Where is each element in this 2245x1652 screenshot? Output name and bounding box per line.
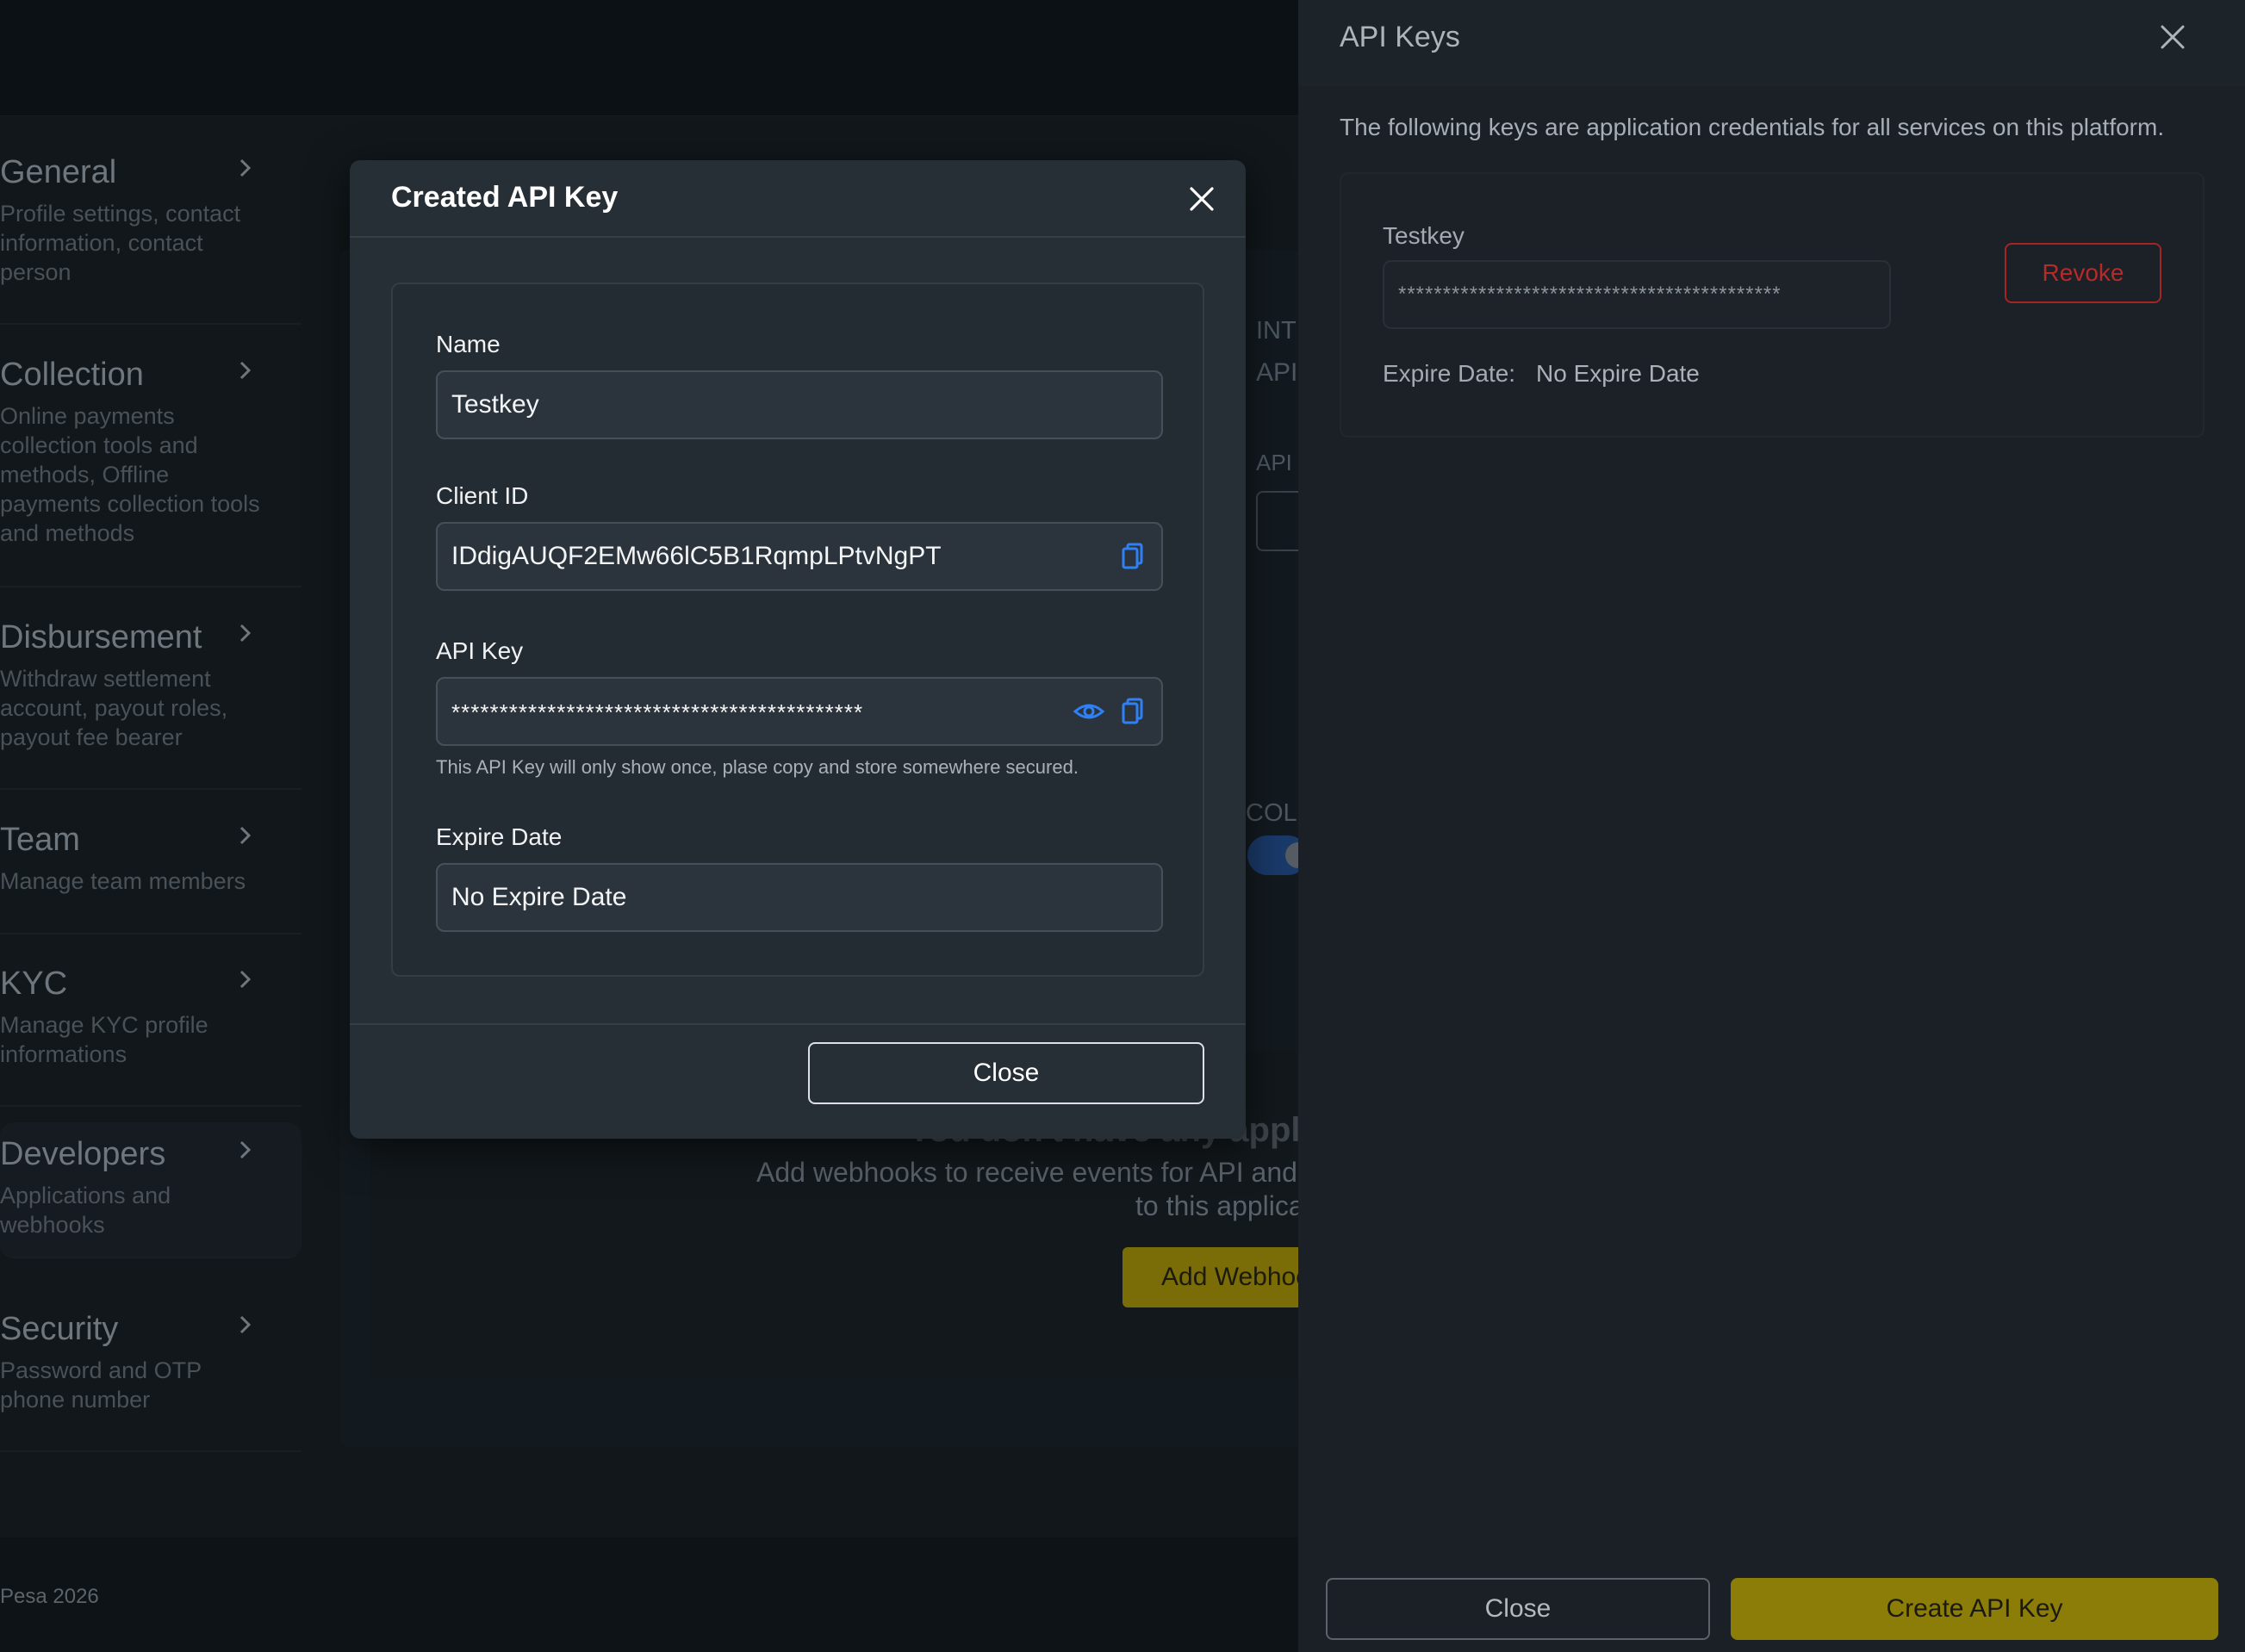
api-key-helper-text: This API Key will only show once, plase … (436, 756, 1079, 778)
expire-date-value: No Expire Date (451, 883, 627, 911)
sidebar-item-title: Team (0, 822, 80, 858)
expire-date-value: No Expire Date (1536, 360, 1700, 387)
section-text-fragment: API (1256, 358, 1298, 387)
revoke-button[interactable]: Revoke (2005, 243, 2161, 303)
copy-icon[interactable] (1116, 694, 1151, 729)
client-id-field[interactable]: IDdigAUQF2EMw66lC5B1RqmpLPtvNgPT (436, 522, 1163, 591)
sidebar-item-title: Disbursement (0, 619, 202, 655)
drawer-close-button[interactable]: Close (1326, 1578, 1710, 1640)
client-id-label: Client ID (436, 482, 529, 509)
sidebar-item-desc: Withdraw settlement account, payout role… (0, 666, 228, 750)
section-heading-fragment: INT (1256, 317, 1297, 345)
api-key-item: Testkey ********************************… (1340, 172, 2205, 438)
api-key-field[interactable]: ****************************************… (436, 677, 1163, 746)
masked-key-field[interactable]: ****************************************… (1383, 260, 1891, 329)
sidebar-item-team[interactable]: Team Manage team members (0, 818, 302, 935)
api-key-value: ****************************************… (451, 699, 864, 725)
sidebar-item-kyc[interactable]: KYC Manage KYC profile informations (0, 962, 302, 1107)
app-root: General Profile settings, contact inform… (0, 0, 2245, 1652)
chevron-right-icon (234, 158, 255, 178)
modal-footer-divider (350, 1023, 1246, 1025)
drawer-title: API Keys (1340, 21, 1460, 53)
sidebar-item-general[interactable]: General Profile settings, contact inform… (0, 151, 302, 325)
page-footer (0, 1537, 1301, 1652)
sidebar-item-title: Collection (0, 357, 144, 393)
top-bar (0, 0, 1301, 116)
api-key-name: Testkey (1383, 222, 1465, 249)
close-icon[interactable] (1184, 181, 1220, 217)
add-webhook-button[interactable]: Add Webhoo (1122, 1247, 1312, 1307)
api-key-label: API Key (436, 637, 524, 664)
field-label-fragment: API (1256, 450, 1292, 475)
eye-icon[interactable] (1072, 694, 1106, 729)
expire-date-label: Expire Date (436, 823, 563, 850)
sidebar-item-title: General (0, 154, 117, 190)
sidebar-item-desc: Applications and webhooks (0, 1183, 171, 1238)
chevron-right-icon (234, 1140, 255, 1160)
name-field[interactable]: Testkey (436, 370, 1163, 439)
create-api-key-button[interactable]: Create API Key (1731, 1578, 2218, 1640)
modal-close-button[interactable]: Close (808, 1042, 1204, 1104)
sidebar-item-desc: Manage team members (0, 868, 246, 894)
chevron-right-icon (234, 360, 255, 381)
sidebar-item-title: Developers (0, 1136, 166, 1172)
chevron-right-icon (234, 825, 255, 846)
close-icon[interactable] (2153, 17, 2192, 57)
chevron-right-icon (234, 623, 255, 643)
sidebar-item-title: Security (0, 1311, 119, 1347)
sidebar-item-desc: Online payments collection tools and met… (0, 403, 260, 546)
name-value: Testkey (451, 390, 539, 419)
empty-state-desc: Add webhooks to receive events for API a… (756, 1157, 1297, 1188)
modal-header: Created API Key (350, 160, 1246, 238)
name-label: Name (436, 331, 501, 357)
drawer-header: API Keys (1298, 0, 2245, 86)
masked-key-value: ****************************************… (1398, 283, 1782, 306)
created-api-key-modal: Created API Key Name Testkey Client ID I… (350, 160, 1246, 1139)
client-id-value: IDdigAUQF2EMw66lC5B1RqmpLPtvNgPT (451, 542, 942, 570)
expire-date-label: Expire Date: (1383, 360, 1516, 387)
sidebar-item-disbursement[interactable]: Disbursement Withdraw settlement account… (0, 616, 302, 790)
chevron-right-icon (234, 1314, 255, 1335)
chevron-right-icon (234, 969, 255, 990)
sidebar-item-title: KYC (0, 966, 68, 1002)
footer-copyright: Pesa 2026 (0, 1585, 99, 1608)
sidebar-item-collection[interactable]: Collection Online payments collection to… (0, 353, 302, 587)
sidebar-item-desc: Profile settings, contact information, c… (0, 201, 241, 285)
modal-title: Created API Key (391, 181, 619, 214)
empty-state-desc-line2: to this applica (1135, 1190, 1304, 1221)
section-heading-fragment: COL (1246, 799, 1297, 827)
expire-date-field[interactable]: No Expire Date (436, 863, 1163, 932)
copy-icon[interactable] (1116, 539, 1151, 574)
drawer-description: The following keys are application crede… (1340, 114, 2165, 140)
sidebar-item-security[interactable]: Security Password and OTP phone number (0, 1307, 302, 1452)
api-keys-drawer: API Keys The following keys are applicat… (1298, 0, 2245, 1652)
api-key-details-card: Name Testkey Client ID IDdigAUQF2EMw66lC… (391, 283, 1204, 977)
sidebar-item-developers[interactable]: Developers Applications and webhooks (0, 1122, 302, 1258)
sidebar-item-desc: Manage KYC profile informations (0, 1012, 208, 1067)
sidebar-item-desc: Password and OTP phone number (0, 1357, 202, 1413)
